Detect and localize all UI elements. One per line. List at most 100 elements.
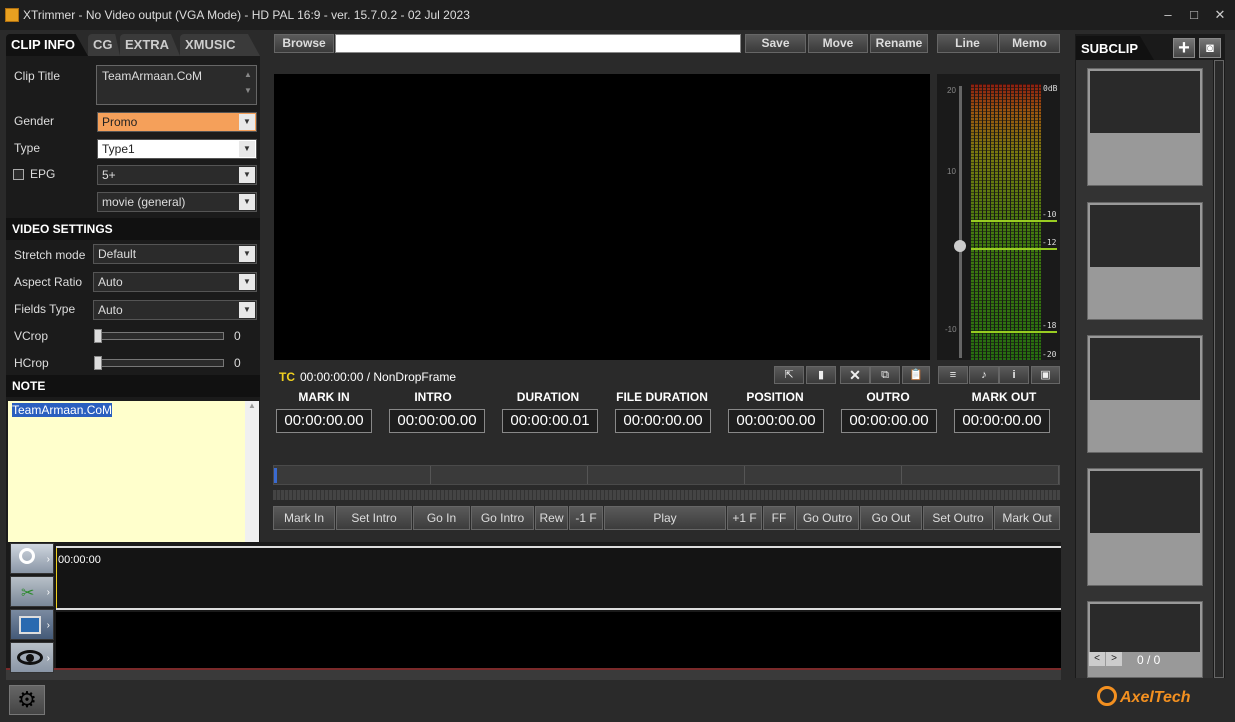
- line-button[interactable]: Line: [937, 34, 998, 53]
- set-outro-button[interactable]: Set Outro: [923, 506, 993, 530]
- type-select[interactable]: Type1 ▼: [97, 139, 257, 159]
- tc-label: TC: [279, 370, 295, 384]
- outro-field[interactable]: 00:00:00.00: [841, 409, 937, 433]
- memo-button[interactable]: Memo: [999, 34, 1060, 53]
- subclip-thumbnail[interactable]: [1087, 468, 1203, 586]
- scroll-arrows-icon[interactable]: ▲ ▼: [241, 67, 255, 103]
- meter-right-scale-neg18: -18: [1042, 321, 1057, 330]
- note-textarea[interactable]: TeamArmaan.CoM ▲: [8, 401, 259, 542]
- go-out-button[interactable]: Go Out: [860, 506, 922, 530]
- add-subclip-button[interactable]: +: [1173, 38, 1195, 58]
- meter-left-scale-10: 10: [947, 167, 956, 176]
- type-value: Type1: [102, 142, 135, 156]
- go-in-button[interactable]: Go In: [413, 506, 470, 530]
- paste-icon[interactable]: 📋: [902, 366, 930, 384]
- hcrop-slider-thumb[interactable]: [94, 356, 102, 370]
- aspect-ratio-label: Aspect Ratio: [14, 275, 83, 289]
- clip-title-field[interactable]: TeamArmaan.CoM ▲ ▼: [96, 65, 257, 105]
- minus-one-frame-button[interactable]: -1 F: [569, 506, 603, 530]
- intro-field[interactable]: 00:00:00.00: [389, 409, 485, 433]
- title-bar: XTrimmer - No Video output (VGA Mode) - …: [0, 0, 1235, 30]
- vcrop-slider-thumb[interactable]: [94, 329, 102, 343]
- rew-button[interactable]: Rew: [535, 506, 568, 530]
- gain-fader-track[interactable]: [959, 86, 962, 358]
- subclip-counter: 0 / 0: [1137, 653, 1161, 667]
- gender-select[interactable]: Promo ▼: [97, 112, 257, 132]
- go-intro-button[interactable]: Go Intro: [471, 506, 534, 530]
- note-header: NOTE: [6, 375, 260, 397]
- camera-icon[interactable]: ◙: [1199, 38, 1221, 58]
- note-text: TeamArmaan.CoM: [12, 403, 113, 417]
- copy-icon[interactable]: ⧉: [870, 366, 900, 384]
- subclip-prev-button[interactable]: <: [1089, 652, 1105, 666]
- playhead[interactable]: [274, 468, 277, 483]
- mark-in-label: MARK IN: [298, 390, 350, 404]
- subclip-thumbnail[interactable]: [1087, 68, 1203, 186]
- tab-cg[interactable]: CG: [88, 34, 120, 56]
- note-scrollbar[interactable]: ▲: [245, 401, 259, 542]
- subclip-next-button[interactable]: >: [1106, 652, 1122, 666]
- ff-button[interactable]: FF: [763, 506, 795, 530]
- move-button[interactable]: Move: [808, 34, 868, 53]
- eye-icon[interactable]: ›: [10, 642, 54, 673]
- tab-clip-info[interactable]: CLIP INFO: [6, 34, 88, 56]
- minimize-button[interactable]: ‒: [1158, 6, 1178, 24]
- meter-ref-line: [971, 248, 1057, 250]
- epg-rating-select[interactable]: 5+ ▼: [97, 165, 257, 185]
- epg-label: EPG: [30, 167, 56, 181]
- save-button[interactable]: Save: [745, 34, 806, 53]
- timeline-cursor[interactable]: [56, 548, 57, 608]
- cut-scissors-icon[interactable]: ✂ ›: [10, 576, 54, 607]
- mark-in-field[interactable]: 00:00:00.00: [276, 409, 372, 433]
- video-clip-icon[interactable]: ›: [10, 609, 54, 640]
- timeline-time-label: 00:00:00: [58, 554, 101, 566]
- duration-field[interactable]: 00:00:00.01: [502, 409, 598, 433]
- mark-out-button[interactable]: Mark Out: [994, 506, 1060, 530]
- subclip-scrollbar[interactable]: [1214, 60, 1224, 678]
- tab-xmusic[interactable]: XMUSIC: [180, 34, 260, 56]
- close-button[interactable]: ✕: [1210, 6, 1230, 24]
- maximize-button[interactable]: □: [1184, 6, 1204, 24]
- vcrop-slider[interactable]: [94, 332, 224, 340]
- aspect-ratio-select[interactable]: Auto ▼: [93, 272, 257, 292]
- mark-out-field[interactable]: 00:00:00.00: [954, 409, 1050, 433]
- subclip-thumbnail[interactable]: [1087, 335, 1203, 453]
- gear-icon[interactable]: ⚙: [9, 685, 45, 715]
- epg-checkbox[interactable]: [13, 169, 24, 180]
- tab-extra[interactable]: EXTRA: [120, 34, 180, 56]
- video-preview: [274, 74, 930, 360]
- info-icon[interactable]: i: [999, 366, 1029, 384]
- stretch-mode-select[interactable]: Default ▼: [93, 244, 257, 264]
- zoom-magnifier-icon[interactable]: ›: [10, 543, 54, 574]
- timeline-scrollbar[interactable]: [6, 668, 1061, 680]
- category-select[interactable]: movie (general) ▼: [97, 192, 257, 212]
- fields-type-select[interactable]: Auto ▼: [93, 300, 257, 320]
- export-icon[interactable]: ⇱: [774, 366, 804, 384]
- meter-left-scale-20: 20: [947, 86, 956, 95]
- volume-icon[interactable]: ♪: [969, 366, 999, 384]
- browse-button[interactable]: Browse: [274, 34, 334, 53]
- playlist-icon[interactable]: ≡: [938, 366, 968, 384]
- hcrop-slider[interactable]: [94, 359, 224, 367]
- file-path-input[interactable]: [335, 34, 741, 53]
- delete-icon[interactable]: ✕: [840, 366, 870, 384]
- position-field[interactable]: 00:00:00.00: [728, 409, 824, 433]
- settings-save-icon[interactable]: ▣: [1031, 366, 1060, 384]
- chevron-down-icon: ▼: [239, 302, 255, 318]
- chevron-down-icon: ▼: [239, 274, 255, 290]
- subclip-thumbnail[interactable]: [1087, 202, 1203, 320]
- rename-button[interactable]: Rename: [870, 34, 928, 53]
- scrub-bar[interactable]: [273, 465, 1060, 485]
- chevron-down-icon: ▼: [239, 194, 255, 210]
- plus-one-frame-button[interactable]: +1 F: [727, 506, 762, 530]
- file-duration-field[interactable]: 00:00:00.00: [615, 409, 711, 433]
- mark-in-button[interactable]: Mark In: [273, 506, 335, 530]
- set-intro-button[interactable]: Set Intro: [336, 506, 412, 530]
- timeline-track[interactable]: 00:00:00: [56, 546, 1061, 610]
- go-outro-button[interactable]: Go Outro: [796, 506, 859, 530]
- document-icon[interactable]: ▮: [806, 366, 836, 384]
- gain-fader-knob[interactable]: [954, 240, 966, 252]
- clip-title-label: Clip Title: [14, 69, 61, 83]
- play-button[interactable]: Play: [604, 506, 726, 530]
- duration-label: DURATION: [516, 390, 580, 404]
